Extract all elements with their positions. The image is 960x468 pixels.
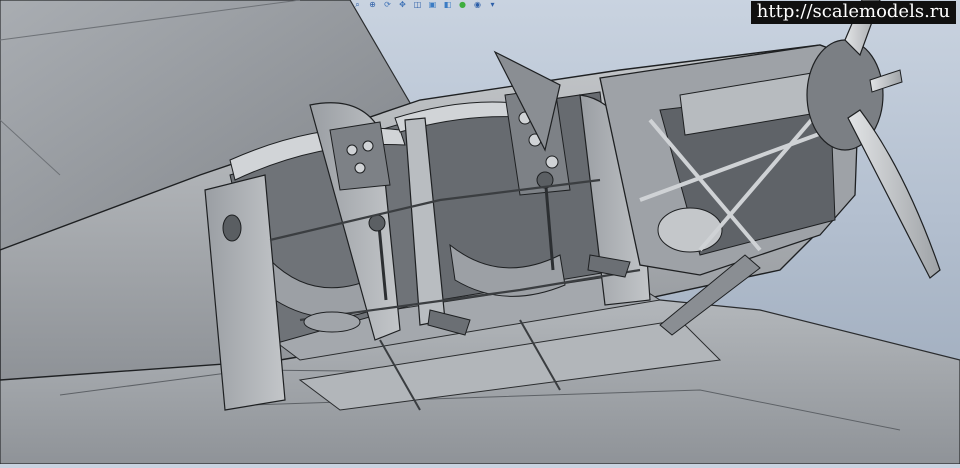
instrument-dial [545, 155, 559, 169]
propeller-blade-lower [847, 109, 941, 279]
engine-accessory [657, 207, 723, 253]
scene-icon[interactable]: ◉ [472, 1, 483, 10]
appearance-icon[interactable]: ● [457, 1, 468, 10]
view-orientation-icon[interactable]: ◫ [412, 1, 423, 10]
bulkhead-lightening-hole [222, 214, 242, 242]
cad-graphics-area[interactable]: ⌕ ⊕ ⟳ ✥ ◫ ▣ ◧ ● ◉ ▾ http://scalemodels.r… [0, 0, 960, 465]
pan-icon[interactable]: ✥ [397, 1, 408, 10]
aircraft-model-render[interactable] [0, 0, 960, 465]
instrument-dial [354, 162, 366, 174]
section-view-icon[interactable]: ◧ [442, 1, 453, 10]
heads-up-view-toolbar: ⌕ ⊕ ⟳ ✥ ◫ ▣ ◧ ● ◉ ▾ [352, 0, 498, 10]
instrument-dial [346, 144, 358, 156]
control-stick-grip [368, 214, 386, 232]
rotate-view-icon[interactable]: ⟳ [382, 1, 393, 10]
display-style-icon[interactable]: ▣ [427, 1, 438, 10]
rear-instrument-panel [329, 121, 391, 191]
zoom-fit-icon[interactable]: ⌕ [352, 1, 363, 10]
oxygen-bottle [303, 311, 361, 333]
zoom-in-icon[interactable]: ⊕ [367, 1, 378, 10]
view-settings-icon[interactable]: ▾ [487, 1, 498, 10]
instrument-dial [362, 140, 374, 152]
watermark-url: http://scalemodels.ru [750, 1, 956, 24]
